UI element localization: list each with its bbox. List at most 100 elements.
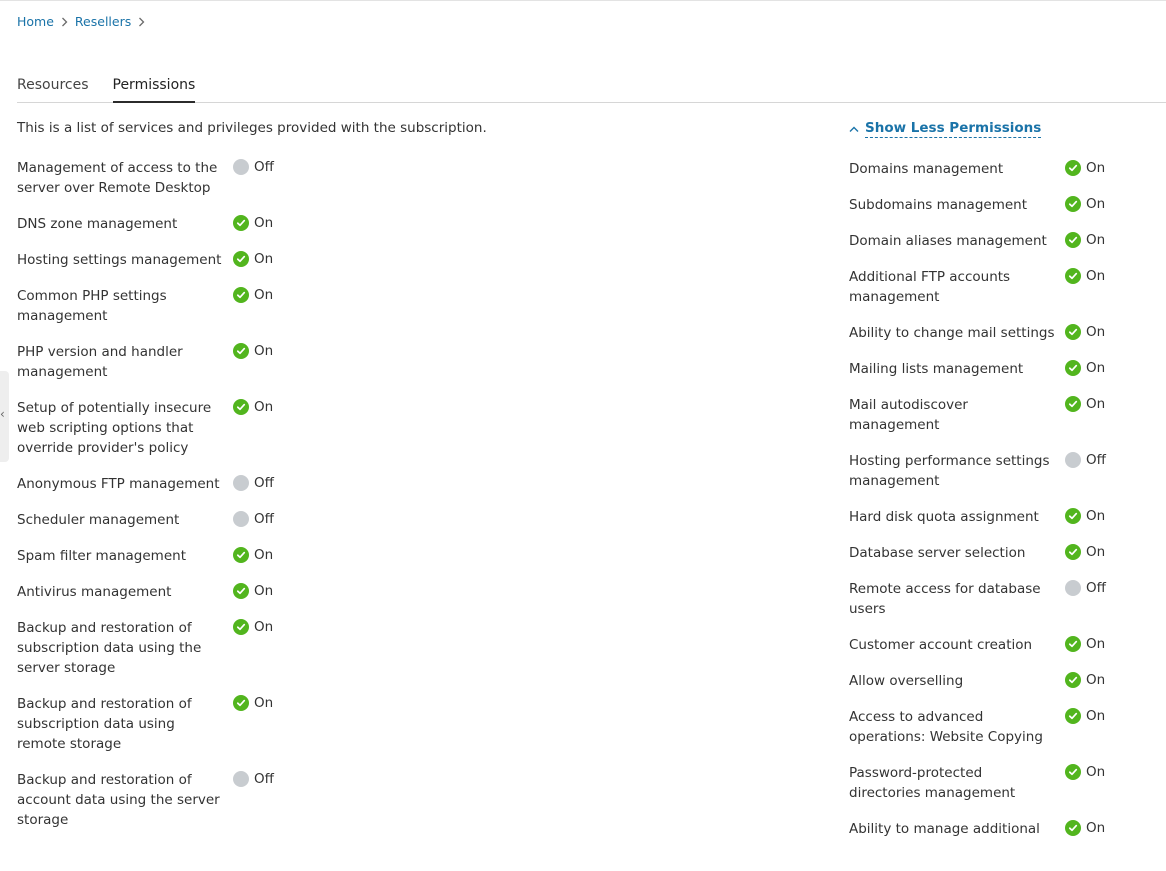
permission-status-text: On [254, 695, 274, 711]
permission-status: On [1065, 818, 1105, 838]
check-circle-icon [1065, 360, 1081, 376]
permission-label: PHP version and handler management [17, 344, 183, 380]
check-circle-icon [1065, 544, 1081, 560]
permission-status: On [1065, 230, 1105, 250]
permission-label: Management of access to the server over … [17, 160, 218, 196]
breadcrumb-home-link[interactable]: Home [17, 14, 54, 29]
breadcrumb-resellers-link[interactable]: Resellers [75, 14, 131, 29]
permission-label: Domains management [849, 161, 1004, 177]
permission-row: Database server selection On [849, 543, 1106, 563]
breadcrumb: Home Resellers [17, 14, 152, 29]
permission-label: Access to advanced operations: Website C… [849, 709, 1043, 745]
check-circle-icon [233, 287, 249, 303]
permission-status-text: Off [254, 159, 274, 175]
permission-status: On [1065, 266, 1105, 286]
permission-row: Anonymous FTP management Off [17, 474, 274, 494]
permission-status-text: On [254, 619, 274, 635]
permission-row: Hard disk quota assignment On [849, 507, 1106, 527]
permission-row: PHP version and handler management On [17, 342, 274, 382]
permission-status: On [1065, 706, 1105, 726]
permission-status-text: On [1086, 764, 1106, 780]
permission-status: On [233, 545, 273, 565]
check-circle-icon [1065, 672, 1081, 688]
show-less-label: Show Less Permissions [865, 120, 1042, 138]
permission-row: Subdomains management On [849, 195, 1106, 215]
permission-status-text: On [254, 251, 274, 267]
sidebar-collapse-handle[interactable]: ‹ [0, 371, 9, 462]
permission-label: Anonymous FTP management [17, 476, 220, 492]
permission-label: Setup of potentially insecure web script… [17, 400, 212, 456]
check-circle-icon [233, 215, 249, 231]
permission-status: On [1065, 506, 1105, 526]
tab-permissions[interactable]: Permissions [112, 77, 196, 103]
permission-status: Off [233, 157, 274, 177]
permission-row: Hosting settings management On [17, 250, 274, 270]
permission-status-text: On [1086, 820, 1106, 836]
permission-status-text: Off [254, 511, 274, 527]
show-less-permissions-link[interactable]: Show Less Permissions [849, 120, 1042, 138]
permission-status: On [233, 693, 273, 713]
permission-label: Backup and restoration of subscription d… [17, 620, 202, 676]
permission-status-text: On [1086, 636, 1106, 652]
permission-row: Antivirus management On [17, 582, 274, 602]
intro-text: This is a list of services and privilege… [17, 120, 487, 136]
permission-status: On [233, 581, 273, 601]
off-circle-icon [233, 475, 249, 491]
chevron-right-icon [138, 17, 145, 27]
permissions-right-column: Domains management On Subdomains managemen… [849, 159, 1106, 855]
check-circle-icon [1065, 268, 1081, 284]
permission-label: Remote access for database users [849, 581, 1041, 617]
permission-status: On [233, 249, 273, 269]
permission-status-text: On [1086, 396, 1106, 412]
permission-label: Ability to change mail settings [849, 325, 1055, 341]
permission-status: Off [1065, 450, 1106, 470]
permission-row: Allow overselling On [849, 671, 1106, 691]
permissions-left-column: Management of access to the server over … [17, 158, 274, 846]
check-circle-icon [1065, 324, 1081, 340]
permission-status: On [1065, 670, 1105, 690]
permission-label: Customer account creation [849, 637, 1033, 653]
permission-status-text: On [254, 547, 274, 563]
permission-label: Backup and restoration of subscription d… [17, 696, 192, 752]
permission-row: Additional FTP accounts management On [849, 267, 1106, 307]
permission-status-text: On [1086, 160, 1106, 176]
permission-status: On [1065, 358, 1105, 378]
permission-row: Remote access for database users Off [849, 579, 1106, 619]
permission-row: Password-protected directories managemen… [849, 763, 1106, 803]
permission-status: On [1065, 194, 1105, 214]
off-circle-icon [233, 771, 249, 787]
check-circle-icon [1065, 508, 1081, 524]
permission-status-text: Off [1086, 580, 1106, 596]
permission-status-text: On [1086, 708, 1106, 724]
check-circle-icon [1065, 232, 1081, 248]
chevron-left-icon: ‹ [0, 407, 5, 421]
permission-label: Antivirus management [17, 584, 172, 600]
check-circle-icon [233, 619, 249, 635]
permission-row: Hosting performance settings management O… [849, 451, 1106, 491]
permission-status: On [233, 285, 273, 305]
permission-label: Backup and restoration of account data u… [17, 772, 220, 828]
check-circle-icon [233, 583, 249, 599]
permission-row: Ability to change mail settings On [849, 323, 1106, 343]
permission-status: On [233, 213, 273, 233]
permission-label: Allow overselling [849, 673, 964, 689]
check-circle-icon [1065, 160, 1081, 176]
permission-label: Hard disk quota assignment [849, 509, 1039, 525]
permission-row: Mail autodiscover management On [849, 395, 1106, 435]
permission-status: On [233, 397, 273, 417]
permission-label: Mail autodiscover management [849, 397, 968, 433]
permission-row: Backup and restoration of subscription d… [17, 694, 274, 754]
permission-row: DNS zone management On [17, 214, 274, 234]
off-circle-icon [233, 511, 249, 527]
check-circle-icon [1065, 196, 1081, 212]
permission-row: Backup and restoration of subscription d… [17, 618, 274, 678]
permission-status-text: Off [1086, 452, 1106, 468]
permission-status: On [1065, 542, 1105, 562]
tab-resources[interactable]: Resources [17, 77, 89, 102]
permission-row: Setup of potentially insecure web script… [17, 398, 274, 458]
permission-label: Hosting performance settings management [849, 453, 1050, 489]
permission-label: DNS zone management [17, 216, 178, 232]
permission-status-text: On [1086, 324, 1106, 340]
permission-status: Off [1065, 578, 1106, 598]
permission-row: Domains management On [849, 159, 1106, 179]
